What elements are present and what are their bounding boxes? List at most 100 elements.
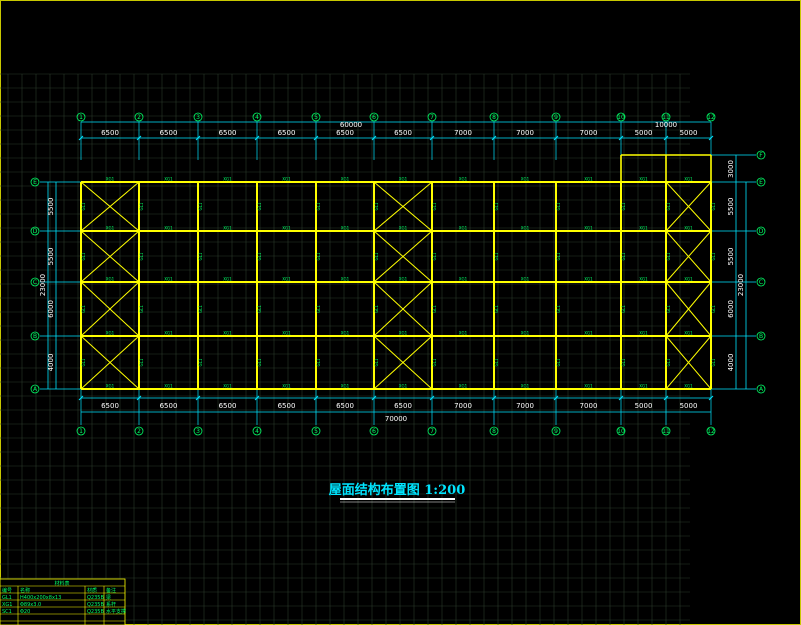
axis-label-bottom: 8 — [492, 428, 496, 435]
axis-label-right-f: F — [759, 152, 763, 159]
member-mark: GL1 — [198, 358, 203, 366]
dim-top-span: 7000 — [580, 129, 598, 137]
member-mark: XG1 — [684, 384, 693, 389]
member-mark: GL1 — [711, 305, 716, 313]
member-mark: GL1 — [621, 358, 626, 366]
background-grid — [0, 73, 690, 625]
axis-label-bottom: 3 — [196, 428, 200, 435]
member-mark: XG1 — [684, 177, 693, 182]
member-mark: GL1 — [257, 252, 262, 260]
member-mark: XG1 — [684, 226, 693, 231]
axis-label-bottom: 10 — [617, 428, 625, 435]
member-mark: XG1 — [521, 226, 530, 231]
member-mark: GL1 — [556, 358, 561, 366]
member-mark: GL1 — [316, 202, 321, 210]
member-mark: XG1 — [399, 226, 408, 231]
table-cell: 水平支撑 — [106, 608, 126, 615]
axis-label-left: E — [33, 179, 37, 186]
member-mark: GL1 — [666, 358, 671, 366]
axis-label-top: 8 — [492, 114, 496, 121]
member-mark: GL1 — [257, 358, 262, 366]
dim-top-overall-right: 10000 — [655, 121, 677, 129]
member-mark: GL1 — [494, 252, 499, 260]
table-column-header: 备注 — [106, 587, 116, 594]
member-mark: XG1 — [399, 331, 408, 336]
member-mark: XG1 — [521, 384, 530, 389]
member-mark: XG1 — [639, 177, 648, 182]
member-mark: GL1 — [198, 252, 203, 260]
dim-left-overall: 23000 — [39, 274, 47, 296]
member-mark: GL1 — [666, 252, 671, 260]
member-mark: GL1 — [494, 202, 499, 210]
dim-left: 4000 — [47, 354, 55, 372]
table-cell: 系杆 — [106, 601, 116, 608]
dim-top-span: 6500 — [278, 129, 296, 137]
table-cell: 梁 — [106, 594, 111, 601]
axis-label-bottom: 5 — [314, 428, 318, 435]
member-mark: XG1 — [282, 384, 291, 389]
member-mark: XG1 — [223, 277, 232, 282]
axis-label-bottom: 9 — [554, 428, 558, 435]
member-mark: GL1 — [81, 202, 86, 210]
member-mark: XG1 — [106, 226, 115, 231]
dim-right: 4000 — [727, 354, 735, 372]
dim-top-overall-left: 60000 — [340, 121, 362, 129]
table-column-header: 编号 — [2, 587, 12, 594]
member-mark: GL1 — [374, 202, 379, 210]
member-mark: GL1 — [711, 358, 716, 366]
member-mark: GL1 — [257, 305, 262, 313]
axis-label-bottom: 2 — [137, 428, 141, 435]
member-mark: GL1 — [198, 305, 203, 313]
member-mark: GL1 — [621, 202, 626, 210]
member-mark: GL1 — [81, 358, 86, 366]
dim-bottom-span: 5000 — [635, 402, 653, 410]
dim-top-span: 6500 — [160, 129, 178, 137]
member-mark: GL1 — [494, 305, 499, 313]
roof-structure-plan: 112233445566778899101011111212A AB BC CD DE E… — [0, 73, 766, 625]
dimension-lines — [40, 121, 756, 425]
member-mark: GL1 — [139, 202, 144, 210]
member-mark: GL1 — [374, 305, 379, 313]
dim-bottom-span: 6500 — [160, 402, 178, 410]
member-mark: XG1 — [164, 226, 173, 231]
member-mark: XG1 — [584, 177, 593, 182]
member-mark: GL1 — [666, 202, 671, 210]
axis-label-top: 4 — [255, 114, 259, 121]
axis-label-top: 7 — [430, 114, 434, 121]
table-cell: XG1 — [2, 602, 12, 608]
table-cell: H400x200x8x13 — [20, 595, 61, 601]
axis-label-bottom: 11 — [662, 428, 670, 435]
member-mark: GL1 — [139, 358, 144, 366]
member-mark: XG1 — [282, 331, 291, 336]
member-mark: GL1 — [556, 252, 561, 260]
member-mark: GL1 — [432, 252, 437, 260]
member-mark: XG1 — [584, 226, 593, 231]
dim-right: 5500 — [727, 198, 735, 216]
member-mark: XG1 — [164, 384, 173, 389]
table-column-header: 名称 — [20, 587, 30, 594]
dim-bottom-span: 6500 — [219, 402, 237, 410]
axis-label-right: C — [759, 279, 763, 286]
member-mark: XG1 — [584, 331, 593, 336]
member-mark: XG1 — [399, 384, 408, 389]
member-mark: XG1 — [521, 331, 530, 336]
materials-table: 材料表编号 名称 材质 备注GL1 H400x200x8x13 Q235B 梁XG1 Φ89x… — [0, 578, 126, 625]
member-mark: XG1 — [106, 177, 115, 182]
member-mark: XG1 — [341, 226, 350, 231]
member-mark: GL1 — [316, 358, 321, 366]
axis-label-top: 1 — [79, 114, 83, 121]
member-mark: XG1 — [521, 177, 530, 182]
dim-top-span: 7000 — [454, 129, 472, 137]
axis-label-left: D — [33, 228, 38, 235]
axis-label-right: B — [759, 333, 763, 340]
dim-bottom-span: 6500 — [394, 402, 412, 410]
dim-top-span: 6500 — [336, 129, 354, 137]
axis-label-left: B — [33, 333, 37, 340]
member-mark: XG1 — [521, 277, 530, 282]
table-cell: Q235B — [87, 602, 104, 608]
dim-bottom-span: 6500 — [278, 402, 296, 410]
member-mark: XG1 — [584, 384, 593, 389]
dim-top-span: 6500 — [101, 129, 119, 137]
member-mark: XG1 — [164, 177, 173, 182]
member-mark: XG1 — [684, 331, 693, 336]
